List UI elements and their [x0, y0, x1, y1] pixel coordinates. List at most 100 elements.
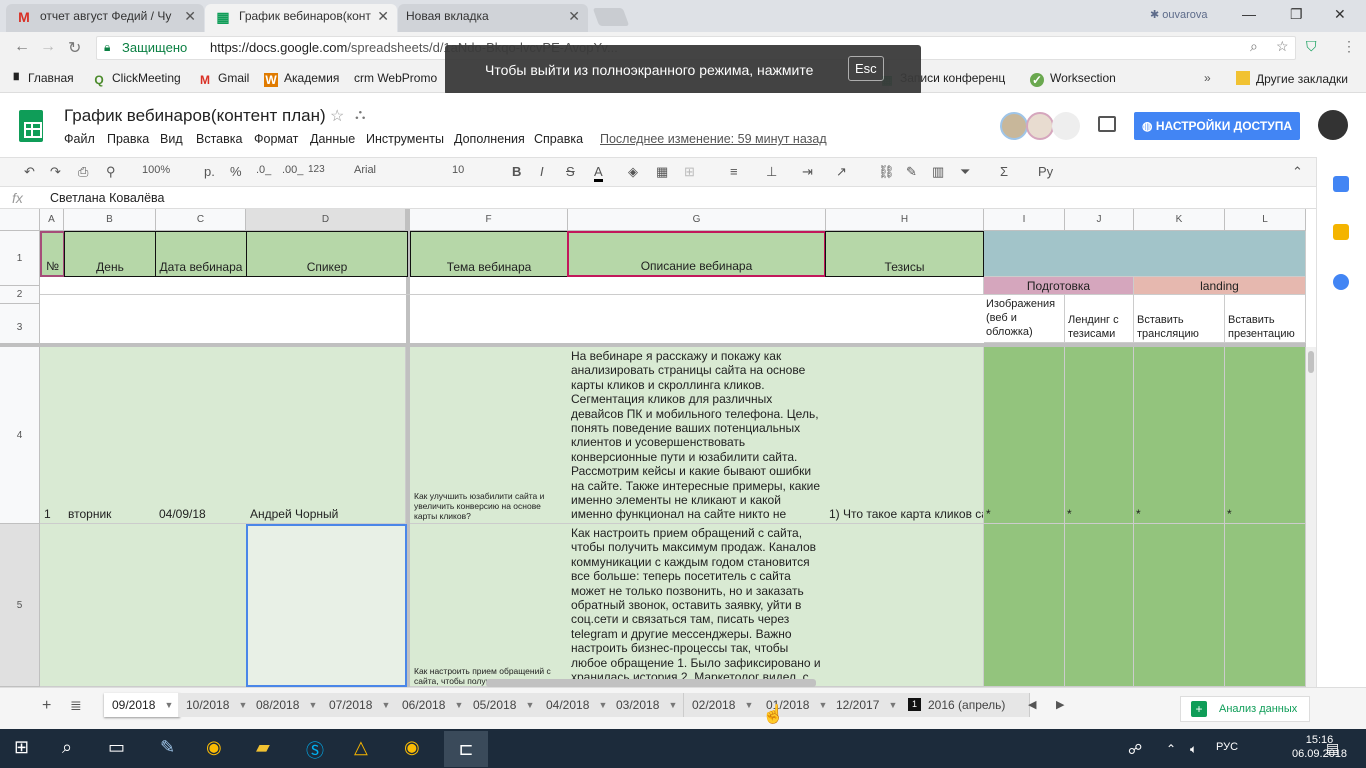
percent-format-button[interactable]: % [230, 164, 242, 179]
share-button[interactable]: ◍ НАСТРОЙКИ ДОСТУПА [1134, 112, 1300, 140]
row-header[interactable]: 4 [0, 347, 40, 524]
account-avatar[interactable] [1318, 110, 1348, 140]
restore-icon[interactable]: ❐ [1290, 6, 1303, 23]
sheet-tab[interactable]: 12/2017 ▼ [828, 693, 905, 717]
file-explorer-icon[interactable]: ▰ [256, 737, 270, 758]
search-icon[interactable]: ⌕ [62, 737, 72, 758]
calendar-icon[interactable] [1333, 176, 1349, 192]
column-header[interactable]: J [1065, 209, 1134, 231]
skype-app-icon[interactable]: Ⓢ [306, 737, 324, 763]
landing-group-header[interactable]: landing [1134, 277, 1306, 295]
horizontal-align-icon[interactable]: ≡ [730, 164, 738, 179]
paint-format-icon[interactable]: ⚲ [106, 164, 116, 180]
notifications-icon[interactable]: ▤ [1326, 740, 1339, 757]
tasks-icon[interactable] [1333, 274, 1349, 290]
menu-help[interactable]: Справка [534, 132, 583, 146]
text-rotation-icon[interactable]: ↗ [836, 164, 847, 180]
bookmark-other[interactable]: Другие закладки [1236, 71, 1348, 86]
header-cell-date[interactable]: Дата вебинара [155, 231, 247, 277]
browser-tab-sheets[interactable]: ▦ График вебинаров(конт ✕ [205, 4, 397, 32]
subheader-insert-stream[interactable]: Вставить трансляцию [1134, 295, 1225, 343]
zoom-icon[interactable]: ⌕ [1250, 38, 1258, 55]
dropdown-icon[interactable]: ▼ [818, 693, 827, 717]
cell-status[interactable]: * [1225, 347, 1306, 524]
bookmark-academy[interactable]: W Академия [264, 71, 339, 87]
prep-group-header[interactable]: Подготовка [984, 277, 1134, 295]
collaborator-avatar[interactable] [1026, 112, 1054, 140]
header-cell-speaker[interactable]: Спикер [246, 231, 408, 277]
text-wrap-icon[interactable]: ⇥ [802, 164, 813, 180]
cell-speaker[interactable]: Андрей Чорный [246, 347, 406, 524]
bookmark-gmail[interactable]: M Gmail [198, 71, 249, 87]
column-header[interactable]: G [568, 209, 826, 231]
bookmark-clickmeeting[interactable]: Q ClickMeeting [92, 71, 180, 87]
select-all-corner[interactable] [0, 209, 40, 231]
print-icon[interactable]: ⎙ [78, 164, 88, 180]
sheet-tab[interactable]: 04/2018 ▼ [538, 693, 615, 717]
italic-button[interactable]: I [540, 164, 544, 179]
bookmark-worksection[interactable]: ✓ Worksection [1030, 71, 1116, 87]
chrome-app-icon[interactable]: ◉ [404, 737, 420, 758]
notepad-app-icon[interactable]: ✎ [160, 737, 175, 758]
minimize-icon[interactable]: — [1242, 6, 1256, 22]
dropdown-icon[interactable]: ▼ [308, 693, 317, 717]
cell-status[interactable] [1225, 524, 1306, 687]
sheet-tab[interactable]: 10/2018 ▼ [178, 693, 255, 717]
column-header[interactable]: L [1225, 209, 1306, 231]
menu-addons[interactable]: Дополнения [454, 132, 525, 146]
insert-link-icon[interactable]: ⛓ [878, 164, 895, 180]
zoom-select[interactable]: 100% [142, 164, 170, 176]
fill-color-icon[interactable]: ◈ [628, 164, 638, 180]
tray-expand-icon[interactable]: ⌃ [1166, 742, 1176, 756]
header-cell-theses[interactable]: Тезисы [825, 231, 984, 277]
column-header[interactable]: K [1134, 209, 1225, 231]
column-header[interactable]: C [156, 209, 246, 231]
more-formats-button[interactable]: 123 [308, 164, 325, 175]
all-sheets-icon[interactable]: ≣ [70, 697, 82, 714]
sheet-tab[interactable]: 03/2018 ▼ [608, 693, 685, 717]
font-size-select[interactable]: 10 [452, 164, 464, 176]
explore-button[interactable]: + Анализ данных [1180, 696, 1310, 722]
cell-status[interactable] [1134, 524, 1225, 687]
sheet-tab[interactable]: 1 2016 (апрель) [900, 693, 1031, 717]
dropdown-icon[interactable]: ▼ [381, 693, 390, 717]
header-cell-description[interactable]: Описание вебинара [567, 231, 826, 277]
sheet-tab[interactable]: 02/2018 ▼ [684, 693, 761, 717]
volume-icon[interactable]: 🔈︎ [1190, 742, 1197, 757]
reload-icon[interactable]: ↻ [68, 38, 81, 58]
keep-icon[interactable] [1333, 224, 1349, 240]
cell-status[interactable] [1065, 524, 1134, 687]
dropdown-icon[interactable]: ▼ [668, 693, 677, 717]
dropdown-icon[interactable]: ▼ [164, 693, 173, 717]
comments-icon[interactable] [1098, 116, 1116, 132]
row-header[interactable]: 5 [0, 524, 40, 687]
sheet-tab[interactable]: 09/2018 ▼ [104, 693, 181, 717]
cell-theses[interactable] [825, 524, 984, 687]
subheader-insert-presentation[interactable]: Вставить презентацию [1225, 295, 1306, 343]
column-header[interactable]: B [64, 209, 156, 231]
subheader-landing-theses[interactable]: Лендинг с тезисами [1065, 295, 1134, 343]
bold-button[interactable]: B [512, 164, 521, 179]
header-cell-teal[interactable] [984, 231, 1306, 277]
bookmark-crm[interactable]: crm WebPromo [354, 71, 437, 85]
close-icon[interactable]: ✕ [184, 4, 196, 28]
text-color-button[interactable]: A [594, 164, 603, 182]
last-edit-link[interactable]: Последнее изменение: 59 минут назад [600, 132, 827, 146]
cell-description[interactable]: На вебинаре я расскажу и покажу как анал… [567, 347, 826, 524]
close-window-icon[interactable]: ✕ [1334, 6, 1346, 23]
browser-menu-icon[interactable]: ⋮ [1342, 38, 1356, 55]
dropdown-icon[interactable]: ▼ [525, 693, 534, 717]
cell-day[interactable]: вторник [64, 347, 156, 524]
undo-icon[interactable]: ↶ [24, 164, 35, 180]
header-cell-num[interactable]: № [40, 231, 65, 277]
extension-shield-icon[interactable]: ⛉ [1306, 38, 1317, 55]
functions-icon[interactable]: Σ [1000, 164, 1008, 179]
input-language[interactable]: РУС [1216, 741, 1238, 753]
cell-date[interactable] [155, 524, 247, 687]
camtasia-app-icon[interactable]: ⊏ [444, 731, 488, 767]
close-icon[interactable]: ✕ [377, 4, 389, 28]
profile-name[interactable]: ✱ ouvarova [1150, 8, 1208, 21]
cell-status[interactable]: * [1065, 347, 1134, 524]
decrease-decimal-button[interactable]: .0_ [256, 164, 271, 176]
subheader-images[interactable]: Изображения (веб и обложка) [984, 295, 1065, 343]
